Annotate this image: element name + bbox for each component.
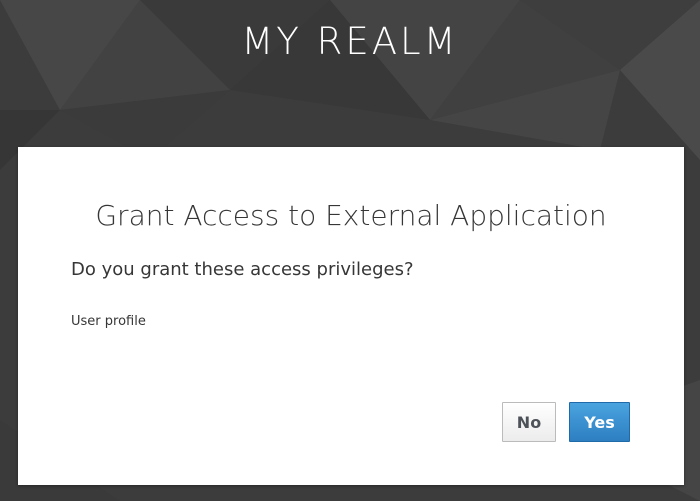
no-button[interactable]: No [502,402,556,442]
scope-item-user-profile: User profile [71,314,146,329]
realm-title: MY REALM [241,20,459,63]
consent-card: Grant Access to External Application Do … [18,147,684,485]
consent-title: Grant Access to External Application [95,199,607,232]
consent-question: Do you grant these access privileges? [71,259,414,280]
yes-button[interactable]: Yes [569,402,630,442]
